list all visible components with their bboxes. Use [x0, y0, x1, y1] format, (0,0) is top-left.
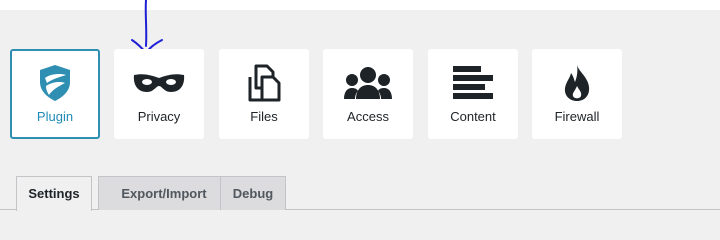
content-lines-icon [428, 63, 518, 103]
nav-tile-label: Firewall [554, 109, 600, 124]
settings-section-nav: Plugin Privacy Files Access Content Fire… [10, 49, 710, 139]
shield-logo-icon [12, 63, 98, 103]
nav-tile-privacy[interactable]: Privacy [114, 49, 204, 139]
top-strip [0, 0, 720, 10]
files-icon [219, 63, 309, 103]
nav-tile-label: Content [450, 109, 496, 124]
nav-tile-label: Privacy [137, 109, 181, 124]
fire-icon [532, 63, 622, 103]
tab-export-import[interactable]: Export/Import [98, 176, 230, 210]
nav-tile-label: Plugin [36, 109, 74, 124]
nav-tile-label: Access [347, 109, 389, 124]
nav-tile-access[interactable]: Access [323, 49, 413, 139]
users-icon [323, 63, 413, 103]
nav-tile-firewall[interactable]: Firewall [532, 49, 622, 139]
nav-tile-plugin[interactable]: Plugin [10, 49, 100, 139]
tab-debug[interactable]: Debug [220, 176, 286, 210]
mask-icon [114, 63, 204, 103]
tab-settings[interactable]: Settings [16, 176, 92, 211]
nav-tile-content[interactable]: Content [428, 49, 518, 139]
nav-tile-label: Files [250, 109, 278, 124]
nav-tile-files[interactable]: Files [219, 49, 309, 139]
